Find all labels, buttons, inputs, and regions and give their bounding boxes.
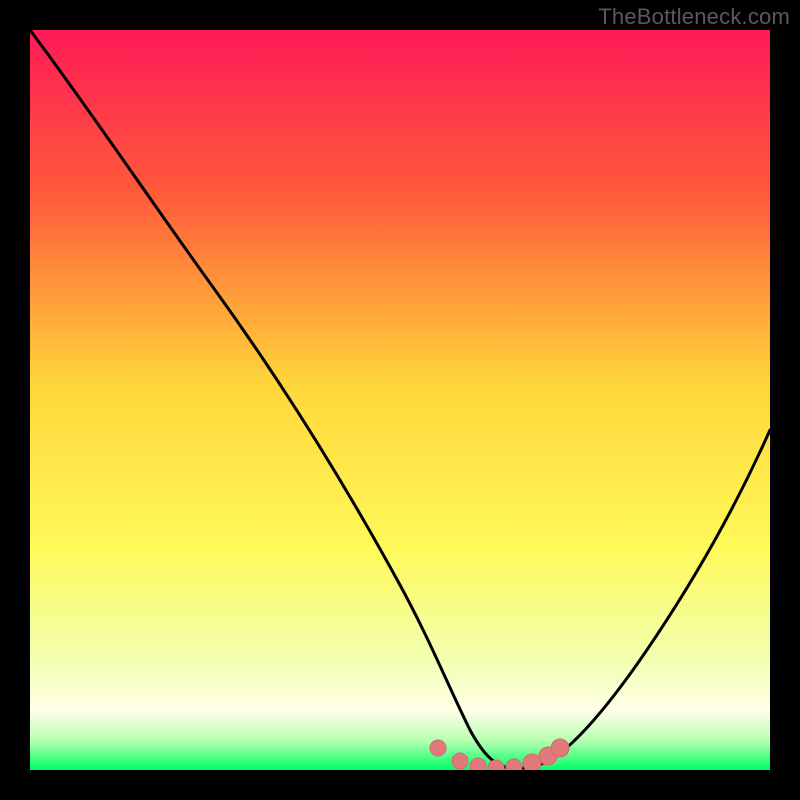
marker-dot	[430, 740, 446, 756]
marker-dot	[506, 759, 522, 770]
marker-dot	[523, 754, 541, 770]
marker-dot	[452, 753, 468, 769]
marker-dot	[551, 739, 569, 757]
chart-svg	[30, 30, 770, 770]
plot-area	[30, 30, 770, 770]
chart-frame: TheBottleneck.com	[0, 0, 800, 800]
gradient-background	[30, 30, 770, 770]
watermark-text: TheBottleneck.com	[598, 4, 790, 30]
marker-dot	[470, 758, 486, 770]
